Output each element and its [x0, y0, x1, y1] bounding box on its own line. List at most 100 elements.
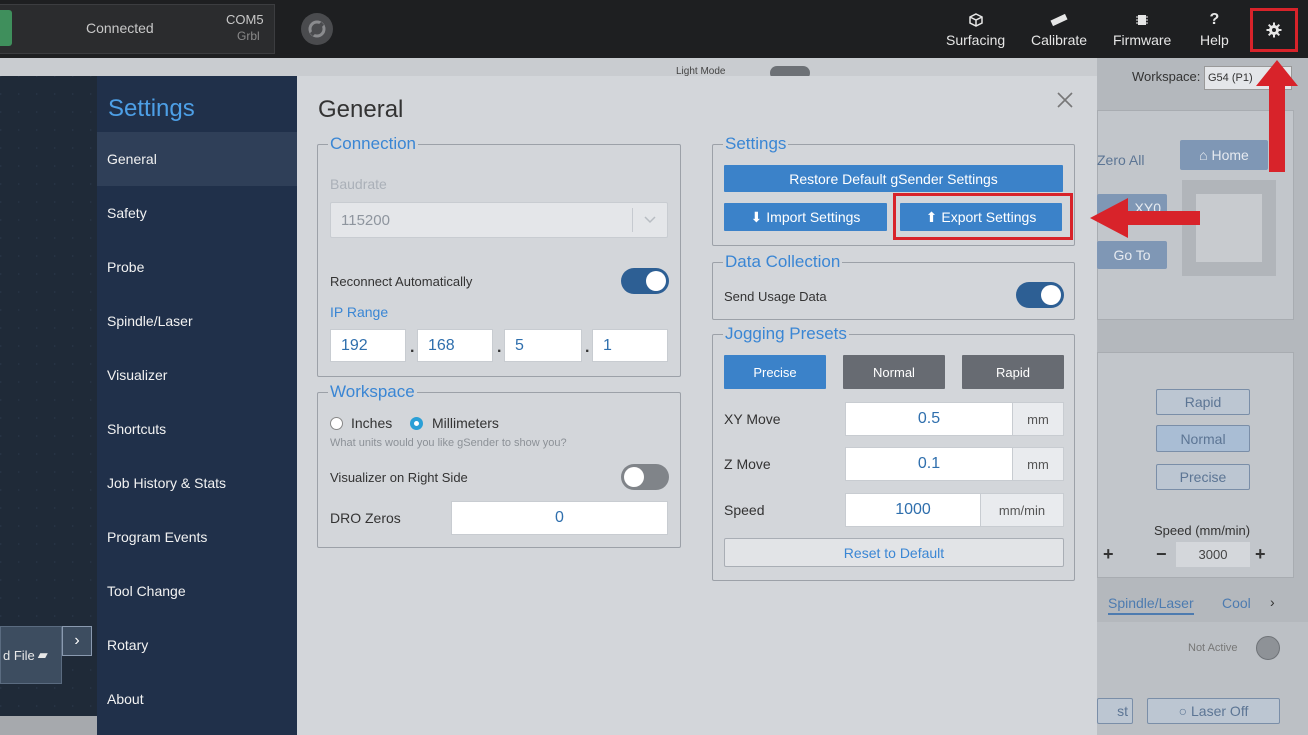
- jog-precise-label: Precise: [1179, 469, 1227, 485]
- ip-octet-4[interactable]: 1: [592, 329, 668, 362]
- settings-title: Settings: [108, 95, 195, 122]
- go-to-label: Go To: [1113, 247, 1151, 263]
- restore-default-label: Restore Default gSender Settings: [789, 170, 998, 187]
- ip-octet-3[interactable]: 5: [504, 329, 582, 362]
- ip-dot: .: [585, 339, 590, 356]
- run-button[interactable]: [301, 13, 333, 45]
- preset-normal-button[interactable]: Normal: [843, 355, 945, 389]
- tabs-next-icon[interactable]: ›: [1270, 594, 1275, 610]
- folder-open-icon: ▰: [37, 647, 48, 662]
- speed-input[interactable]: 3000: [1176, 542, 1250, 567]
- sidebar-item-general[interactable]: General: [97, 132, 297, 186]
- sidebar-item-label: Visualizer: [107, 367, 168, 383]
- z-move-label: Z Move: [724, 456, 771, 472]
- gear-icon: [1266, 22, 1282, 38]
- preset-precise-button[interactable]: Precise: [724, 355, 826, 389]
- millimeters-label: Millimeters: [432, 415, 499, 431]
- millimeters-radio[interactable]: [410, 417, 423, 430]
- home-label: Home: [1211, 147, 1249, 163]
- decrease-button[interactable]: −: [1156, 544, 1167, 565]
- xy-move-label: XY Move: [724, 411, 781, 427]
- close-icon[interactable]: [1053, 88, 1077, 112]
- sidebar-item-job-history[interactable]: Job History & Stats: [97, 456, 297, 510]
- ip-octet-1[interactable]: 192: [330, 329, 406, 362]
- go-to-button[interactable]: Go To: [1097, 241, 1167, 269]
- jog-rapid-button[interactable]: Rapid: [1156, 389, 1250, 415]
- sidebar-item-label: Program Events: [107, 529, 208, 545]
- speed-increase-button[interactable]: +: [1255, 544, 1266, 565]
- reset-to-default-button[interactable]: Reset to Default: [724, 538, 1064, 567]
- workspace-legend: Workspace: [330, 382, 415, 401]
- not-active-label: Not Active: [1188, 642, 1238, 654]
- tab-coolant[interactable]: Cool: [1222, 595, 1251, 611]
- z-move-input[interactable]: 0.1: [845, 447, 1013, 481]
- nav-calibrate[interactable]: Calibrate: [1031, 10, 1087, 48]
- restore-default-button[interactable]: Restore Default gSender Settings: [724, 165, 1063, 192]
- cube-icon: [968, 10, 983, 30]
- sidebar-item-about[interactable]: About: [97, 672, 297, 726]
- load-file-label: d File: [3, 647, 35, 663]
- laser-off-button[interactable]: ○ Laser Off: [1147, 698, 1280, 724]
- jog-precise-button[interactable]: Precise: [1156, 464, 1250, 490]
- tab-spindle-laser[interactable]: Spindle/Laser: [1108, 595, 1194, 615]
- visualizer-right-label: Visualizer on Right Side: [330, 470, 468, 485]
- reconnect-toggle[interactable]: [621, 268, 669, 294]
- zero-all-button[interactable]: Zero All: [1097, 152, 1144, 168]
- nav-firmware[interactable]: Firmware: [1113, 10, 1171, 48]
- visualizer-canvas[interactable]: [0, 76, 97, 716]
- sidebar-item-label: Job History & Stats: [107, 475, 227, 491]
- sidebar-item-label: Safety: [107, 205, 147, 221]
- nav-help[interactable]: ? Help: [1200, 10, 1229, 48]
- sidebar-item-spindle-laser[interactable]: Spindle/Laser: [97, 294, 297, 348]
- test-button[interactable]: st: [1097, 698, 1133, 724]
- visualizer-right-toggle[interactable]: [621, 464, 669, 490]
- sidebar-item-probe[interactable]: Probe: [97, 240, 297, 294]
- ip-dot: .: [497, 339, 502, 356]
- speed-label: Speed (mm/min): [1154, 523, 1251, 538]
- status-indicator: [1256, 636, 1280, 660]
- home-icon: ⌂: [1199, 147, 1212, 163]
- preset-rapid-button[interactable]: Rapid: [962, 355, 1064, 389]
- preset-normal-label: Normal: [873, 364, 915, 380]
- z-move-unit: mm: [1012, 447, 1064, 481]
- chevron-right-icon[interactable]: ›: [62, 626, 92, 656]
- speed-input[interactable]: 1000: [845, 493, 981, 527]
- connection-status: Connected: [86, 20, 154, 36]
- left-arrow-annotation: [1090, 198, 1200, 238]
- units-hint: What units would you like gSender to sho…: [330, 437, 567, 449]
- import-settings-label: Import Settings: [766, 209, 861, 225]
- xy-move-unit: mm: [1012, 402, 1064, 436]
- speed-label: Speed: [724, 502, 765, 518]
- send-usage-label: Send Usage Data: [724, 289, 827, 304]
- sidebar-item-tool-change[interactable]: Tool Change: [97, 564, 297, 618]
- chip-icon: [1135, 10, 1149, 30]
- increase-button[interactable]: +: [1103, 544, 1114, 565]
- sidebar-item-safety[interactable]: Safety: [97, 186, 297, 240]
- dro-zeros-input[interactable]: 0: [451, 501, 668, 535]
- sidebar-item-shortcuts[interactable]: Shortcuts: [97, 402, 297, 456]
- inches-radio[interactable]: [330, 417, 343, 430]
- settings-button[interactable]: [1250, 8, 1298, 52]
- ip-dot: .: [410, 339, 415, 356]
- sidebar-item-visualizer[interactable]: Visualizer: [97, 348, 297, 402]
- jog-normal-button[interactable]: Normal: [1156, 425, 1250, 452]
- baudrate-label: Baudrate: [330, 176, 387, 192]
- status-strip: [0, 716, 97, 735]
- sidebar-item-rotary[interactable]: Rotary: [97, 618, 297, 672]
- sidebar-item-program-events[interactable]: Program Events: [97, 510, 297, 564]
- sidebar-item-label: Tool Change: [107, 583, 186, 599]
- dro-zeros-label: DRO Zeros: [330, 510, 401, 526]
- import-settings-button[interactable]: ⬇ Import Settings: [724, 203, 887, 231]
- load-file-button[interactable]: d File ▰: [0, 626, 62, 684]
- upload-icon: ⬇: [750, 208, 763, 225]
- send-usage-toggle[interactable]: [1016, 282, 1064, 308]
- zero-all-label: Zero All: [1097, 152, 1145, 168]
- baudrate-select[interactable]: 115200: [330, 202, 668, 238]
- nav-surfacing[interactable]: Surfacing: [946, 10, 1005, 48]
- port-label: COM5: [226, 12, 264, 27]
- inches-label: Inches: [351, 415, 393, 431]
- jog-normal-label: Normal: [1180, 430, 1226, 447]
- ip-octet-2[interactable]: 168: [417, 329, 493, 362]
- sidebar-item-label: Rotary: [107, 637, 149, 653]
- xy-move-input[interactable]: 0.5: [845, 402, 1013, 436]
